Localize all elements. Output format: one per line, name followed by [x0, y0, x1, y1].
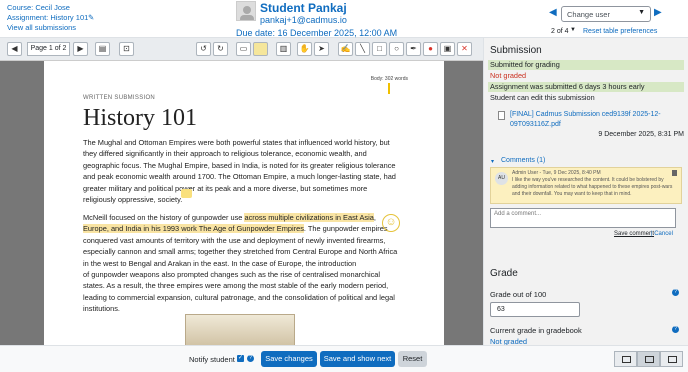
notify-student-label: Notify student	[189, 355, 235, 364]
reset-button[interactable]: Reset	[398, 351, 427, 367]
page-select[interactable]: Page 1 of 2	[27, 42, 70, 56]
document-image	[185, 314, 295, 345]
pdf-page[interactable]: Body: 302 words WRITTEN SUBMISSION Histo…	[44, 61, 444, 345]
save-and-show-next-button[interactable]: Save and show next	[320, 351, 395, 367]
line-icon[interactable]: ╲	[355, 42, 370, 56]
comment-author: Admin User - Tue, 9 Dec 2025, 8:40 PM	[512, 170, 601, 176]
change-user-select[interactable]: Change user ▼	[561, 6, 651, 22]
stamp-list-icon[interactable]: ▥	[276, 42, 291, 56]
stamp-icon[interactable]: ▣	[440, 42, 455, 56]
next-page-icon[interactable]: ▶	[73, 42, 88, 56]
highlight-annotation[interactable]: Europe, and India in his 1993 work The A…	[83, 224, 304, 234]
rectangle-icon[interactable]: □	[372, 42, 387, 56]
reset-table-preferences-link[interactable]: Reset table preferences	[583, 28, 657, 35]
layout-left-icon[interactable]	[614, 351, 637, 367]
timing-status: Assignment was submitted 6 days 3 hours …	[488, 82, 684, 92]
filter-caret-icon[interactable]: ▼	[570, 27, 576, 33]
gradebook-label: Current grade in gradebook	[490, 326, 582, 335]
submission-heading: Submission	[490, 45, 542, 56]
highlight-icon[interactable]: ✒	[406, 42, 421, 56]
annotation-toolbar: ◀ Page 1 of 2 ▶ ▤ ⊡ ↺ ↻ ▭ ▥ ✋ ➤ ✍ ╲ □ ○ …	[0, 38, 483, 61]
highlight-annotation[interactable]: across multiple civilizations in East As…	[244, 213, 374, 222]
avatar	[236, 1, 256, 21]
save-changes-button[interactable]: Save changes	[261, 351, 317, 367]
student-email[interactable]: pankaj+1@cadmus.io	[260, 15, 347, 25]
help-icon[interactable]: ?	[672, 289, 679, 296]
comment-icon[interactable]: ▭	[236, 42, 251, 56]
add-comment-textarea[interactable]: Add a comment...	[490, 208, 676, 228]
chevron-down-icon: ▼	[638, 9, 645, 16]
notify-student-checkbox[interactable]: ✓	[237, 355, 244, 362]
edit-status: Student can edit this submission	[490, 93, 595, 102]
annotation-colour-icon[interactable]: ●	[423, 42, 438, 56]
word-count: Body: 302 words	[370, 76, 408, 82]
edit-pencil-icon[interactable]: ✎	[88, 13, 94, 23]
smiley-stamp-icon[interactable]: ☺	[382, 214, 400, 232]
comments-toggle[interactable]: Comments (1)	[501, 157, 545, 164]
grade-heading: Grade	[490, 268, 518, 279]
document-title: History 101	[83, 105, 197, 131]
next-user-icon[interactable]: ▶	[654, 7, 662, 18]
submission-file-link[interactable]: [FINAL] Cadmus Submission ced9139f 2025-…	[510, 110, 680, 130]
chevron-down-icon[interactable]: ▾	[491, 158, 494, 165]
comment-colour-icon[interactable]	[253, 42, 268, 56]
student-name[interactable]: Student Pankaj	[260, 1, 347, 15]
rotate-left-icon[interactable]: ↺	[196, 42, 211, 56]
grader-header: Course: Cecil Jose Assignment: History 1…	[0, 0, 688, 38]
oval-icon[interactable]: ○	[389, 42, 404, 56]
document-viewer[interactable]: Body: 302 words WRITTEN SUBMISSION Histo…	[0, 61, 483, 345]
pan-hand-icon[interactable]: ✋	[297, 42, 312, 56]
trash-icon[interactable]	[672, 170, 677, 176]
commenter-avatar: AU	[495, 172, 508, 185]
course-link[interactable]: Course: Cecil Jose	[7, 3, 70, 13]
layout-both-icon[interactable]	[637, 351, 660, 367]
paragraph-2: McNeill focused on the history of gunpow…	[83, 213, 398, 314]
pdf-file-icon	[498, 111, 505, 120]
rotate-right-icon[interactable]: ↻	[213, 42, 228, 56]
grading-status: Not graded	[490, 71, 527, 80]
due-date: Due date: 16 December 2025, 12:00 AM	[236, 28, 398, 38]
grade-input[interactable]: 63	[490, 302, 580, 317]
pen-icon[interactable]: ✍	[338, 42, 353, 56]
previous-page-icon[interactable]: ◀	[7, 42, 22, 56]
delete-icon[interactable]: ✕	[457, 42, 472, 56]
select-arrow-icon[interactable]: ➤	[314, 42, 329, 56]
save-comment-link[interactable]: Save comment	[614, 231, 654, 237]
help-icon[interactable]: ?	[672, 326, 679, 333]
help-icon[interactable]: ?	[247, 355, 254, 362]
cancel-comment-link[interactable]: | Cancel	[651, 231, 673, 237]
file-date: 9 December 2025, 8:31 PM	[598, 131, 684, 138]
expand-comments-icon[interactable]: ⊡	[119, 42, 134, 56]
comment-text: I like the way you've researched the con…	[512, 177, 673, 197]
layout-right-icon[interactable]	[660, 351, 683, 367]
comment-item: AU Admin User - Tue, 9 Dec 2025, 8:40 PM…	[490, 167, 682, 204]
view-all-submissions-link[interactable]: View all submissions	[7, 23, 76, 33]
paragraph-1: The Mughal and Ottoman Empires were both…	[83, 138, 396, 205]
footer-bar: Notify student ✓ ? Save changes Save and…	[0, 345, 688, 372]
word-count-marker	[388, 83, 390, 94]
grade-label: Grade out of 100	[490, 290, 547, 299]
assignment-link[interactable]: Assignment: History 101	[7, 13, 88, 23]
comment-marker-icon[interactable]	[181, 189, 192, 198]
user-count: 2 of 4	[551, 28, 569, 35]
search-comments-icon[interactable]: ▤	[95, 42, 110, 56]
previous-user-icon[interactable]: ◀	[549, 7, 557, 18]
submission-label: WRITTEN SUBMISSION	[83, 95, 156, 101]
submission-status: Submitted for grading	[488, 60, 684, 70]
grading-panel: Submission Submitted for grading Not gra…	[483, 38, 688, 346]
